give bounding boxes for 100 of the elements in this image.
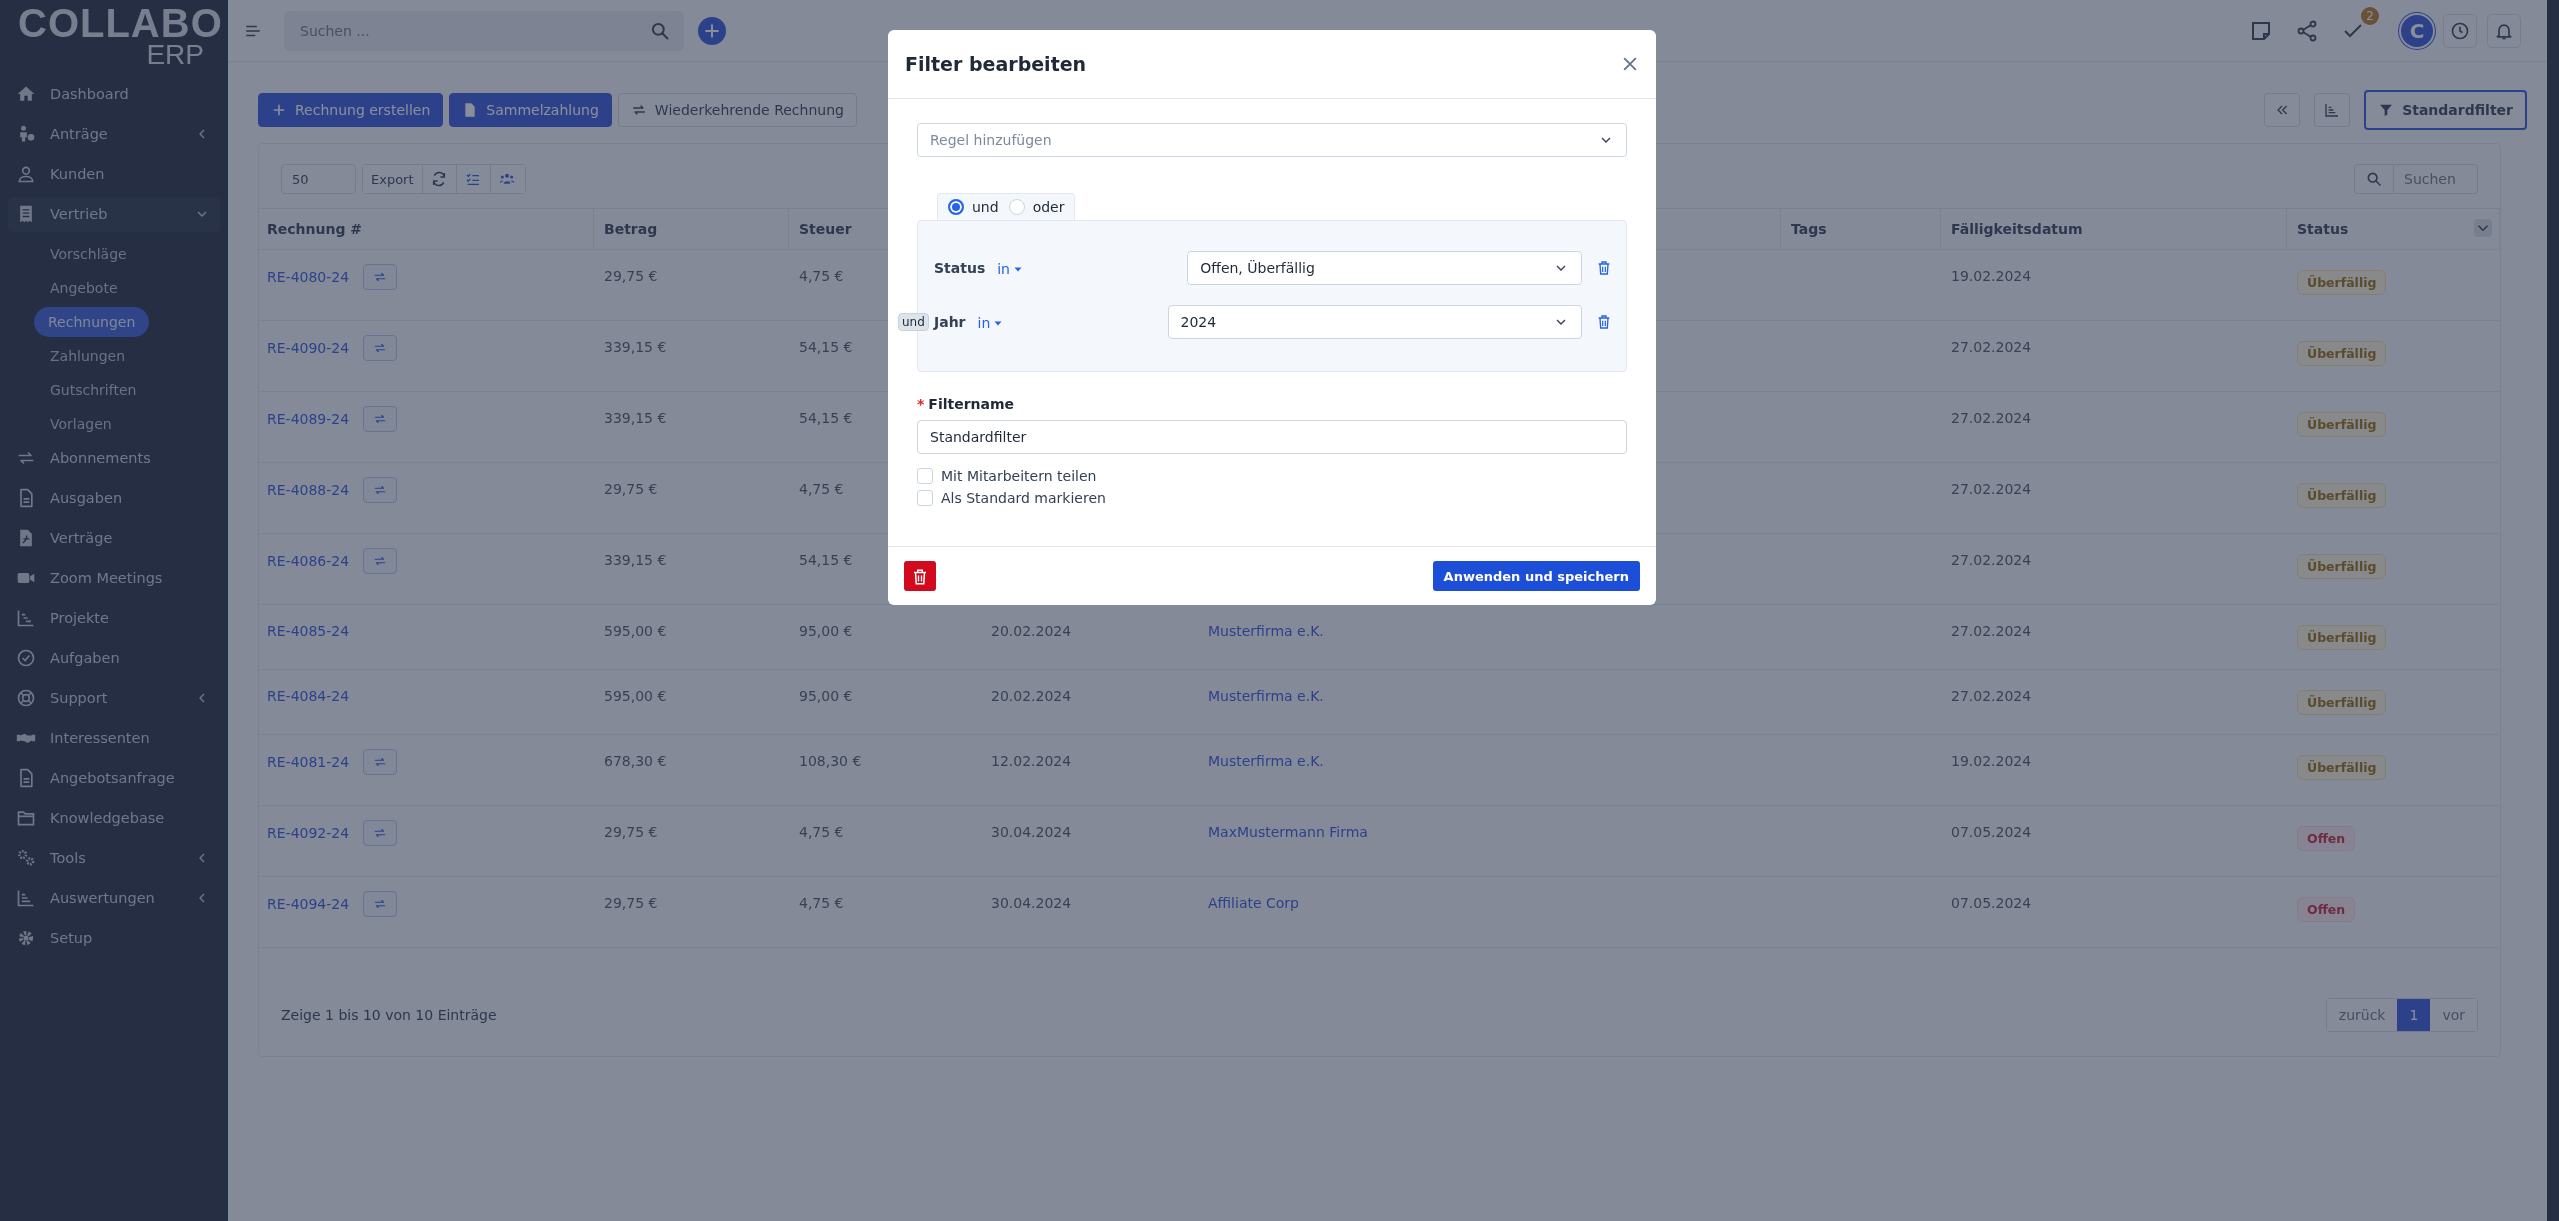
search-icon[interactable] (650, 20, 670, 41)
checkbox[interactable] (917, 468, 933, 484)
sidebar-item[interactable]: Support (8, 680, 220, 716)
sidebar-item[interactable]: Zoom Meetings (8, 560, 220, 596)
toolbar-button[interactable]: Wiederkehrende Rechnung (617, 93, 857, 127)
repeat-icon (373, 483, 388, 497)
chart-button[interactable] (2314, 93, 2351, 127)
sidebar-subitem[interactable]: Gutschriften (8, 372, 220, 407)
table-cell: 678,30 € (604, 753, 667, 769)
invoice-link[interactable]: RE-4092-24 (267, 825, 350, 841)
sidebar-item[interactable]: Ausgaben (8, 480, 220, 516)
customer-link[interactable]: Musterfirma e.K. (1208, 688, 1324, 704)
sidebar-item[interactable]: Dashboard (8, 76, 220, 112)
sidebar-item[interactable]: Abonnements (8, 440, 220, 476)
operator-dropdown[interactable]: in (977, 314, 1005, 331)
sidebar-item[interactable]: Aufgaben (8, 640, 220, 676)
sidebar-item[interactable]: Angebotsanfrage (8, 760, 220, 796)
table-cell: 27.02.2024 (1951, 552, 2032, 568)
column-header: Tags (1791, 221, 1827, 237)
recurring-button[interactable] (363, 548, 398, 574)
table-cell: 95,00 € (799, 623, 853, 639)
sidebar-item[interactable]: Verträge (8, 520, 220, 556)
table-cell: 30.04.2024 (991, 824, 1072, 840)
rule-select[interactable]: Regel hinzufügen (917, 123, 1627, 157)
checkbox-label: Mit Mitarbeitern teilen (941, 468, 1097, 484)
radio-button[interactable] (948, 199, 964, 215)
checkbox[interactable] (917, 490, 933, 506)
recurring-button[interactable] (363, 749, 398, 775)
table-cell: 29,75 € (604, 268, 658, 284)
invoice-link[interactable]: RE-4085-24 (267, 623, 350, 639)
value-select[interactable]: Offen, Überfällig (1187, 251, 1582, 285)
table-cell: 29,75 € (604, 895, 658, 911)
sidebar-subitem[interactable]: Vorschläge (8, 236, 220, 271)
customer-link[interactable]: Musterfirma e.K. (1208, 753, 1324, 769)
invoice-link[interactable]: RE-4081-24 (267, 754, 350, 770)
add-button[interactable] (698, 16, 726, 45)
customer-link[interactable]: Musterfirma e.K. (1208, 623, 1324, 639)
column-header: Rechnung # (267, 221, 363, 237)
customer-link[interactable]: MaxMustermann Firma (1208, 824, 1368, 840)
page-size-select[interactable]: 50 (281, 164, 356, 194)
trash-icon[interactable] (1596, 314, 1612, 330)
sidebar-item[interactable]: Vertrieb (8, 196, 220, 232)
collapse-button[interactable] (2264, 93, 2301, 127)
table-cell: 95,00 € (799, 688, 853, 704)
trash-icon[interactable] (1596, 260, 1612, 276)
customer-link[interactable]: Affiliate Corp (1208, 895, 1299, 911)
invoice-link[interactable]: RE-4080-24 (267, 269, 350, 285)
invoice-link[interactable]: RE-4084-24 (267, 688, 350, 704)
pagination-button[interactable]: 1 (2397, 999, 2431, 1031)
logo-text: COLLABO (18, 4, 223, 42)
export-button[interactable]: Export (363, 165, 423, 193)
sidebar-subitem[interactable]: Vorlagen (8, 406, 220, 441)
filter-button[interactable]: Standardfilter (2364, 90, 2527, 130)
invoice-link[interactable]: RE-4090-24 (267, 340, 350, 356)
table-cell: 339,15 € (604, 339, 667, 355)
sidebar-item[interactable]: Projekte (8, 600, 220, 636)
recurring-button[interactable] (363, 891, 398, 917)
toolbar-button[interactable]: Sammelzahlung (449, 93, 612, 127)
filter-name-field[interactable]: Standardfilter (917, 420, 1627, 454)
status-badge: Überfällig (2297, 755, 2387, 780)
sidebar-subitem[interactable]: Angebote (8, 270, 220, 305)
sidebar-item[interactable]: Auswertungen (8, 880, 220, 916)
sidebar-item[interactable]: Knowledgebase (8, 800, 220, 836)
recurring-button[interactable] (363, 335, 398, 361)
lifebuoy-icon (16, 688, 36, 709)
invoice-link[interactable]: RE-4089-24 (267, 411, 350, 427)
sidebar-item[interactable]: Kunden (8, 156, 220, 192)
operator-dropdown[interactable]: in (997, 260, 1024, 277)
table-cell: 27.02.2024 (1951, 410, 2032, 426)
delete-button[interactable] (904, 561, 936, 591)
sidebar-item[interactable]: Anträge (8, 116, 220, 152)
recurring-button[interactable] (363, 406, 398, 432)
chevron-down-icon[interactable] (2474, 219, 2492, 237)
sidebar-item[interactable]: Setup (8, 920, 220, 956)
recurring-button[interactable] (363, 820, 398, 846)
notification-button[interactable] (2487, 13, 2521, 48)
status-badge: Überfällig (2297, 690, 2387, 715)
folder-icon (16, 808, 36, 829)
invoice-link[interactable]: RE-4094-24 (267, 896, 350, 912)
sidebar-subitem[interactable]: Zahlungen (8, 338, 220, 373)
share-icon[interactable] (2295, 18, 2319, 43)
status-badge: Offen (2297, 826, 2356, 851)
toolbar-button[interactable]: Rechnung erstellen (258, 93, 444, 127)
sidebar-item[interactable]: Tools (8, 840, 220, 876)
recurring-button[interactable] (363, 477, 398, 503)
chart-icon (16, 888, 36, 909)
invoice-link[interactable]: RE-4086-24 (267, 553, 350, 569)
users-icon (498, 171, 515, 187)
value-select[interactable]: 2024 (1167, 305, 1582, 339)
sidebar-subitem[interactable]: Rechnungen (34, 306, 150, 337)
avatar[interactable]: C (2401, 14, 2433, 47)
table-search-field[interactable]: Suchen (2394, 164, 2478, 194)
recurring-button[interactable] (363, 264, 398, 290)
search-button[interactable] (2354, 164, 2394, 194)
invoice-link[interactable]: RE-4088-24 (267, 482, 350, 498)
sidebar-item[interactable]: Interessenten (8, 720, 220, 756)
save-button[interactable]: Anwenden und speichern (1432, 561, 1640, 591)
status-badge: Überfällig (2297, 270, 2387, 295)
table-cell: 339,15 € (604, 410, 667, 426)
clock-button[interactable] (2443, 13, 2477, 48)
